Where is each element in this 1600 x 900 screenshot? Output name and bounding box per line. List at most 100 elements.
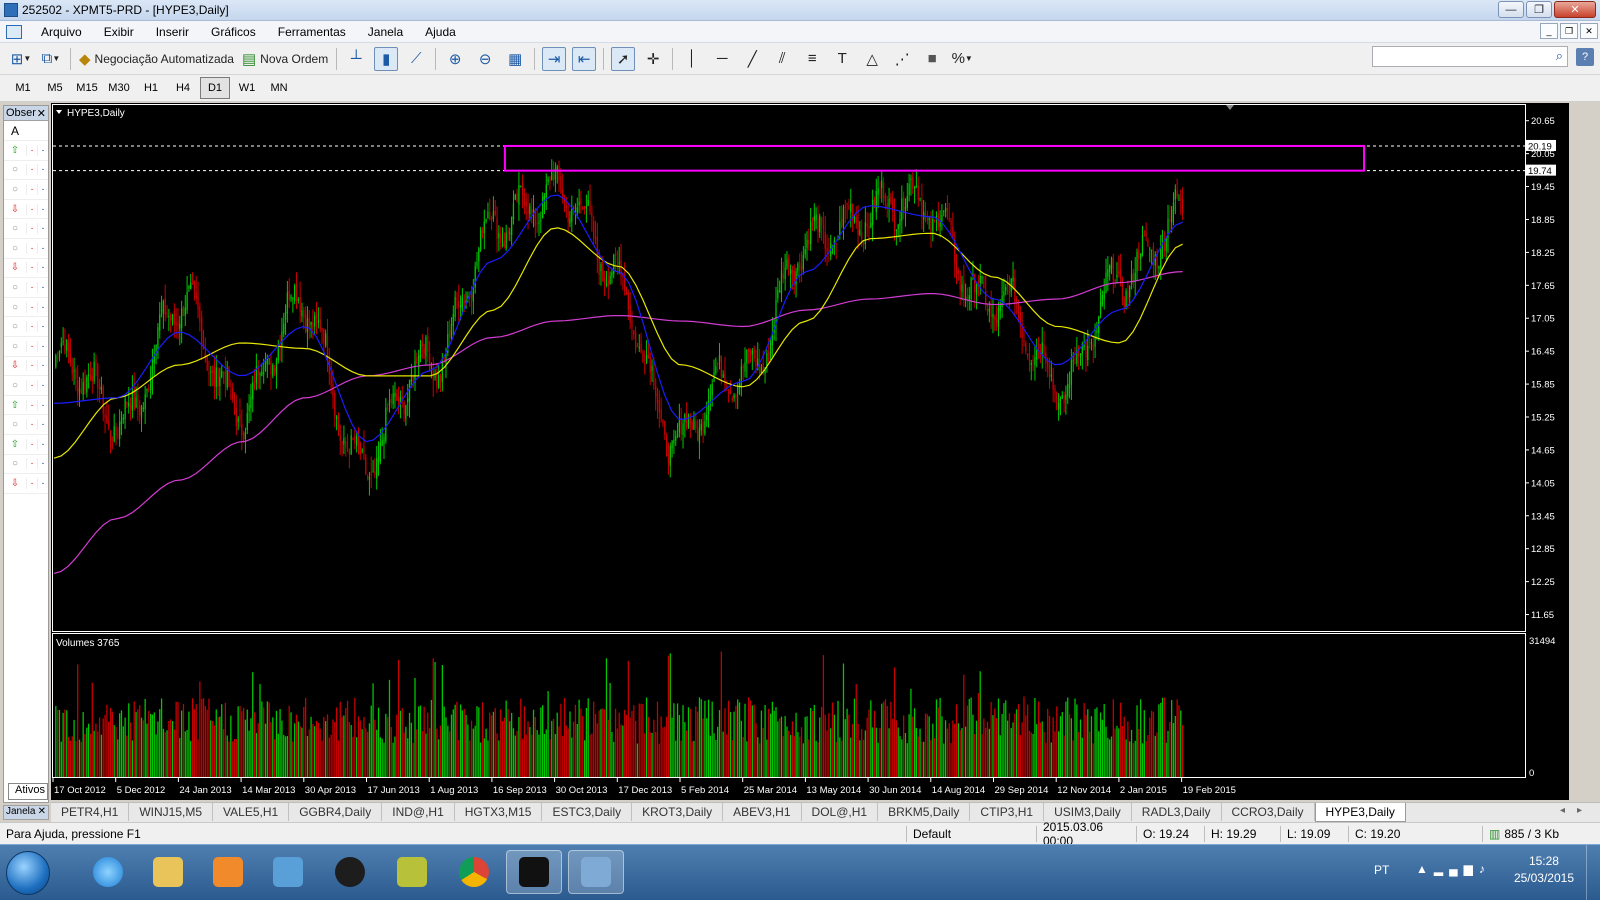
menu-arquivo[interactable]: Arquivo bbox=[30, 25, 93, 39]
new-order-button[interactable]: ▤ Nova Ordem bbox=[241, 47, 329, 71]
taskbar-ie[interactable] bbox=[80, 850, 136, 894]
timeframe-m15[interactable]: M15 bbox=[72, 77, 102, 99]
market-watch-row[interactable]: ○ · · bbox=[4, 239, 48, 259]
timeframe-h1[interactable]: H1 bbox=[136, 77, 166, 99]
market-watch-row[interactable]: ○ · · bbox=[4, 161, 48, 181]
market-watch-row[interactable]: ○ · · bbox=[4, 415, 48, 435]
trendline-button[interactable]: ╱ bbox=[740, 47, 764, 71]
chart-tab[interactable]: ESTC3,Daily bbox=[542, 803, 633, 821]
chart-tab[interactable]: GGBR4,Daily bbox=[289, 803, 383, 821]
market-watch-row[interactable]: ⇧ · · bbox=[4, 435, 48, 455]
timeframe-m1[interactable]: M1 bbox=[8, 77, 38, 99]
market-watch-row[interactable]: ○ · · bbox=[4, 298, 48, 318]
line-chart-button[interactable]: ⟋ bbox=[404, 47, 428, 71]
fibo-fan-button[interactable]: ⋰ bbox=[890, 47, 914, 71]
timeframe-h4[interactable]: H4 bbox=[168, 77, 198, 99]
timeframe-mn[interactable]: MN bbox=[264, 77, 294, 99]
chart-window[interactable]: HYPE3,Daily 20.65 20.05 19.45 18.85 18.25 17.6… bbox=[51, 103, 1569, 800]
shapes-button[interactable]: % ▼ bbox=[950, 47, 974, 71]
menu-exibir[interactable]: Exibir bbox=[93, 25, 145, 39]
mdi-close-button[interactable]: ✕ bbox=[1580, 23, 1598, 39]
clock[interactable]: 15:28 25/03/2015 bbox=[1514, 853, 1574, 887]
vertical-line-button[interactable]: │ bbox=[680, 47, 704, 71]
chart-tab[interactable]: ABEV3,H1 bbox=[723, 803, 802, 821]
search-input[interactable]: ⌕ bbox=[1372, 46, 1568, 67]
chart-tab[interactable]: HYPE3,Daily bbox=[1314, 803, 1406, 822]
chart-tab[interactable]: WINJ15,M5 bbox=[129, 803, 214, 821]
timeframe-d1[interactable]: D1 bbox=[200, 77, 230, 99]
rectangle-button[interactable]: ■ bbox=[920, 47, 944, 71]
market-watch-row[interactable]: ⇧ · · bbox=[4, 141, 48, 161]
timeframe-m30[interactable]: M30 bbox=[104, 77, 134, 99]
close-icon[interactable]: ✕ bbox=[37, 107, 46, 120]
market-watch-row[interactable]: ○ · · bbox=[4, 219, 48, 239]
mdi-minimize-button[interactable]: _ bbox=[1540, 23, 1558, 39]
chart-tab[interactable]: CTIP3,H1 bbox=[970, 803, 1045, 821]
menu-ajuda[interactable]: Ajuda bbox=[414, 25, 467, 39]
mdi-restore-button[interactable]: ❐ bbox=[1560, 23, 1578, 39]
chart-tab[interactable]: RADL3,Daily bbox=[1132, 803, 1222, 821]
text-button[interactable]: T bbox=[830, 47, 854, 71]
chart-shift-button[interactable]: ⇤ bbox=[572, 46, 597, 71]
new-chart-button[interactable]: ⊞ ▼ bbox=[9, 47, 33, 71]
network-icon[interactable]: ▂▄▆ bbox=[1434, 862, 1479, 876]
market-watch-row[interactable]: ⇩ · · bbox=[4, 259, 48, 279]
market-watch-row[interactable]: ○ · · bbox=[4, 180, 48, 200]
menu-inserir[interactable]: Inserir bbox=[145, 25, 200, 39]
chart-tab[interactable]: IND@,H1 bbox=[382, 803, 455, 821]
autoscroll-button[interactable]: ⇥ bbox=[542, 46, 567, 71]
taskbar-media-player[interactable] bbox=[200, 850, 256, 894]
market-watch-row[interactable]: ○ · · bbox=[4, 337, 48, 357]
candlestick-button[interactable]: ▮ bbox=[374, 46, 399, 71]
start-button[interactable] bbox=[6, 851, 50, 895]
chart-tab[interactable]: BRKM5,Daily bbox=[878, 803, 971, 821]
menu-ferramentas[interactable]: Ferramentas bbox=[267, 25, 357, 39]
minimize-button[interactable]: — bbox=[1498, 1, 1524, 18]
menu-graficos[interactable]: Gráficos bbox=[200, 25, 267, 39]
taskbar-hp[interactable] bbox=[322, 850, 378, 894]
tile-windows-button[interactable]: ▦ bbox=[503, 47, 527, 71]
chart-canvas[interactable]: HYPE3,Daily20.6520.0519.4518.8518.2517.6… bbox=[51, 103, 1569, 800]
profiles-button[interactable]: ⧉ ▼ bbox=[39, 47, 63, 71]
horizontal-line-button[interactable]: ─ bbox=[710, 47, 734, 71]
menu-janela[interactable]: Janela bbox=[357, 25, 414, 39]
market-watch-row[interactable]: ○ · · bbox=[4, 376, 48, 396]
language-indicator[interactable]: PT bbox=[1374, 863, 1389, 877]
chart-tab[interactable]: HGTX3,M15 bbox=[455, 803, 543, 821]
market-watch-row[interactable]: ○ · · bbox=[4, 317, 48, 337]
market-watch-row[interactable]: ⇩ · · bbox=[4, 474, 48, 494]
close-button[interactable]: ✕ bbox=[1554, 1, 1596, 18]
bar-chart-button[interactable]: ┴ bbox=[344, 47, 368, 71]
taskbar-app-6[interactable] bbox=[384, 850, 440, 894]
triangle-button[interactable]: △ bbox=[860, 47, 884, 71]
taskbar-chrome[interactable] bbox=[446, 850, 502, 894]
help-icon[interactable]: ? bbox=[1576, 48, 1594, 66]
tab-scroll-arrows[interactable]: ◂▸ bbox=[1560, 805, 1594, 816]
chart-tab[interactable]: PETR4,H1 bbox=[51, 803, 130, 821]
market-watch-row[interactable]: ⇧ · · bbox=[4, 396, 48, 416]
search-icon[interactable]: ⌕ bbox=[1556, 48, 1563, 64]
tab-ativos[interactable]: Ativos bbox=[8, 783, 48, 800]
mdi-window-icon[interactable] bbox=[6, 24, 22, 39]
taskbar-explorer[interactable] bbox=[140, 850, 196, 894]
close-icon[interactable]: ✕ bbox=[38, 806, 46, 817]
market-watch-row[interactable]: ○ · · bbox=[4, 278, 48, 298]
volume-icon[interactable]: ♪ bbox=[1479, 862, 1491, 876]
taskbar-xp[interactable] bbox=[506, 850, 562, 894]
channel-button[interactable]: ⫽ bbox=[770, 47, 794, 71]
taskbar-metatrader[interactable] bbox=[568, 850, 624, 894]
chart-tab[interactable]: CCRO3,Daily bbox=[1222, 803, 1315, 821]
taskbar-app-4[interactable] bbox=[260, 850, 316, 894]
timeframe-m5[interactable]: M5 bbox=[40, 77, 70, 99]
maximize-button[interactable]: ❐ bbox=[1526, 1, 1552, 18]
market-watch-row[interactable]: ⇩ · · bbox=[4, 200, 48, 220]
chart-tab[interactable]: USIM3,Daily bbox=[1044, 803, 1132, 821]
show-desktop-button[interactable] bbox=[1586, 845, 1600, 900]
fibonacci-button[interactable]: ≡ bbox=[800, 47, 824, 71]
chart-tab[interactable]: DOL@,H1 bbox=[802, 803, 879, 821]
auto-trading-button[interactable]: ◆ Negociação Automatizada bbox=[78, 47, 235, 71]
chart-tab[interactable]: KROT3,Daily bbox=[632, 803, 724, 821]
crosshair-button[interactable]: ✛ bbox=[641, 47, 665, 71]
zoom-out-button[interactable]: ⊖ bbox=[473, 47, 497, 71]
zoom-in-button[interactable]: ⊕ bbox=[443, 47, 467, 71]
